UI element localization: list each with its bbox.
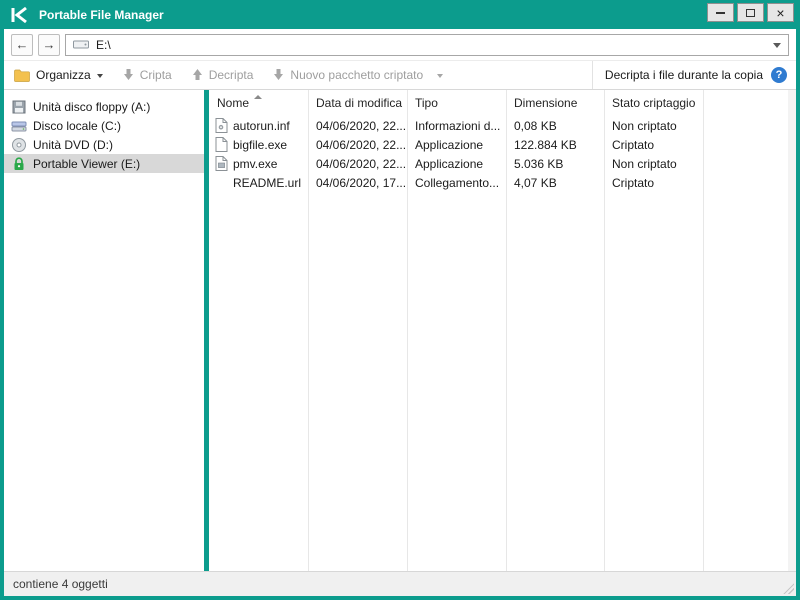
sidebar-item-portable-viewer-e[interactable]: Portable Viewer (E:) bbox=[4, 154, 204, 173]
app-window: Portable File Manager × ← → E:\ bbox=[0, 0, 800, 600]
blank-file-icon bbox=[215, 175, 228, 190]
file-encryption-status: Non criptato bbox=[604, 157, 703, 171]
file-list-pane: Nome Data di modifica Tipo Dimensione St… bbox=[209, 90, 796, 571]
toolbar: Organizza Cripta Decripta Nuovo pacche bbox=[4, 60, 796, 90]
file-size: 5.036 KB bbox=[506, 157, 604, 171]
file-modified: 04/06/2020, 22... bbox=[308, 157, 407, 171]
file-type: Collegamento... bbox=[407, 176, 506, 190]
address-dropdown-icon[interactable] bbox=[773, 43, 781, 52]
decripta-button: Decripta bbox=[182, 61, 264, 89]
file-type: Informazioni d... bbox=[407, 119, 506, 133]
maximize-icon bbox=[746, 9, 755, 17]
close-icon: × bbox=[776, 6, 784, 20]
sidebar-item-label: Unità disco floppy (A:) bbox=[33, 100, 150, 114]
toolbar-right-group: Decripta i file durante la copia ? bbox=[592, 61, 787, 89]
forward-button[interactable]: → bbox=[38, 34, 60, 56]
folder-icon bbox=[14, 69, 30, 82]
file-name: bigfile.exe bbox=[233, 138, 287, 152]
dvd-icon bbox=[11, 137, 27, 153]
column-headers: Nome Data di modifica Tipo Dimensione St… bbox=[209, 90, 796, 116]
file-row-bigfile-exe[interactable]: bigfile.exe 04/06/2020, 22... Applicazio… bbox=[209, 135, 796, 154]
file-size: 122.884 KB bbox=[506, 138, 604, 152]
minimize-button[interactable] bbox=[707, 3, 734, 22]
status-text: contiene 4 oggetti bbox=[13, 577, 108, 591]
file-icon bbox=[215, 137, 228, 152]
new-package-arrow-icon bbox=[273, 69, 284, 81]
window-body: ← → E:\ Organizza bbox=[4, 29, 796, 596]
help-icon[interactable]: ? bbox=[771, 67, 787, 83]
close-button[interactable]: × bbox=[767, 3, 794, 22]
file-row-readme-url[interactable]: README.url 04/06/2020, 17... Collegament… bbox=[209, 173, 796, 192]
file-size: 0,08 KB bbox=[506, 119, 604, 133]
sidebar-item-label: Disco locale (C:) bbox=[33, 119, 121, 133]
cripta-label: Cripta bbox=[140, 68, 172, 82]
decripta-label: Decripta bbox=[209, 68, 254, 82]
sidebar-item-label: Unità DVD (D:) bbox=[33, 138, 113, 152]
file-encryption-status: Criptato bbox=[604, 138, 703, 152]
file-modified: 04/06/2020, 22... bbox=[308, 138, 407, 152]
status-bar: contiene 4 oggetti bbox=[4, 571, 796, 596]
file-encryption-status: Criptato bbox=[604, 176, 703, 190]
resize-grip[interactable] bbox=[782, 582, 794, 594]
nuovo-pacchetto-dropdown-icon bbox=[437, 74, 443, 81]
title-bar: Portable File Manager × bbox=[4, 0, 796, 29]
forward-arrow-icon: → bbox=[43, 37, 56, 52]
hard-disk-icon bbox=[11, 118, 27, 134]
cripta-button: Cripta bbox=[113, 61, 182, 89]
back-arrow-icon: ← bbox=[16, 37, 29, 52]
file-size: 4,07 KB bbox=[506, 176, 604, 190]
file-name: README.url bbox=[233, 176, 301, 190]
nuovo-pacchetto-criptato-button: Nuovo pacchetto criptato bbox=[263, 61, 453, 89]
window-controls: × bbox=[707, 3, 794, 22]
file-name: pmv.exe bbox=[233, 157, 277, 171]
organizza-dropdown-icon bbox=[97, 74, 103, 81]
file-type: Applicazione bbox=[407, 138, 506, 152]
window-title: Portable File Manager bbox=[39, 8, 164, 22]
sidebar-item-dvd-d[interactable]: Unità DVD (D:) bbox=[4, 135, 204, 154]
back-button[interactable]: ← bbox=[11, 34, 33, 56]
kaspersky-logo-icon bbox=[10, 5, 30, 25]
organizza-label: Organizza bbox=[36, 68, 91, 82]
nuovo-pacchetto-label: Nuovo pacchetto criptato bbox=[290, 68, 423, 82]
drive-tree: Unità disco floppy (A:) Disco locale (C:… bbox=[4, 90, 204, 571]
decrypt-arrow-icon bbox=[192, 69, 203, 81]
file-row-autorun-inf[interactable]: autorun.inf 04/06/2020, 22... Informazio… bbox=[209, 116, 796, 135]
address-bar[interactable]: E:\ bbox=[65, 34, 789, 56]
sidebar-item-floppy-a[interactable]: Unità disco floppy (A:) bbox=[4, 97, 204, 116]
column-header-data-di-modifica[interactable]: Data di modifica bbox=[308, 96, 407, 110]
file-modified: 04/06/2020, 17... bbox=[308, 176, 407, 190]
decripta-copia-label: Decripta i file durante la copia bbox=[605, 68, 763, 82]
maximize-button[interactable] bbox=[737, 3, 764, 22]
column-header-tipo[interactable]: Tipo bbox=[407, 96, 506, 110]
sidebar-item-local-disk-c[interactable]: Disco locale (C:) bbox=[4, 116, 204, 135]
address-text: E:\ bbox=[96, 38, 111, 52]
file-type: Applicazione bbox=[407, 157, 506, 171]
file-encryption-status: Non criptato bbox=[604, 119, 703, 133]
main-content: Unità disco floppy (A:) Disco locale (C:… bbox=[4, 90, 796, 571]
organizza-button[interactable]: Organizza bbox=[13, 61, 113, 89]
sidebar-item-label: Portable Viewer (E:) bbox=[33, 157, 140, 171]
config-file-icon bbox=[215, 118, 228, 133]
sort-ascending-icon bbox=[254, 91, 262, 99]
minimize-icon bbox=[716, 12, 725, 14]
column-header-dimensione[interactable]: Dimensione bbox=[506, 96, 604, 110]
encrypt-arrow-icon bbox=[123, 69, 134, 81]
file-name: autorun.inf bbox=[233, 119, 290, 133]
file-row-pmv-exe[interactable]: pmv.exe 04/06/2020, 22... Applicazione 5… bbox=[209, 154, 796, 173]
file-modified: 04/06/2020, 22... bbox=[308, 119, 407, 133]
vertical-scrollbar[interactable] bbox=[788, 90, 796, 571]
navigation-bar: ← → E:\ bbox=[4, 29, 796, 60]
column-header-stato-criptaggio[interactable]: Stato criptaggio bbox=[604, 96, 703, 110]
drive-icon bbox=[73, 39, 89, 50]
floppy-icon bbox=[11, 99, 27, 115]
lock-icon bbox=[11, 156, 27, 172]
application-icon bbox=[215, 156, 228, 171]
